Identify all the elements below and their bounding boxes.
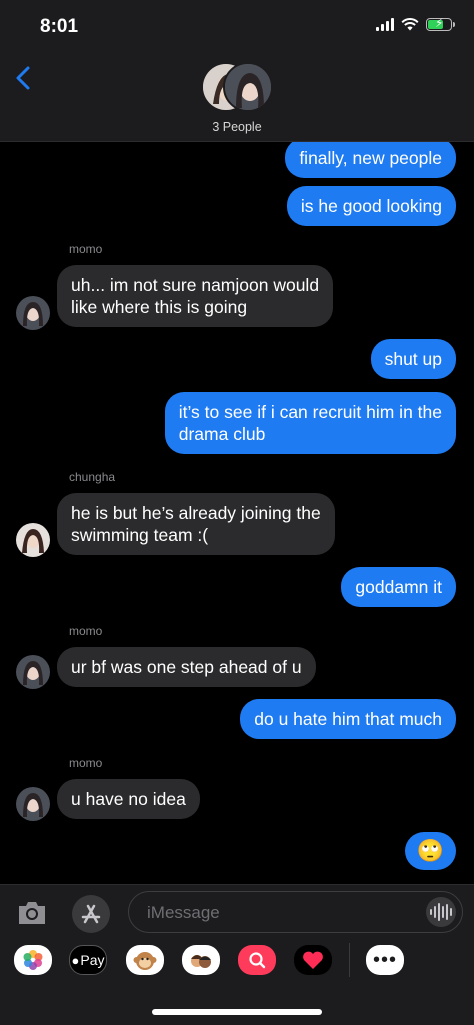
- group-member-count[interactable]: 3 People: [0, 120, 474, 134]
- avatar[interactable]: [16, 655, 50, 689]
- memoji-app-icon[interactable]: [182, 945, 220, 975]
- photos-app-icon[interactable]: [14, 945, 52, 975]
- back-chevron-icon[interactable]: [12, 64, 36, 92]
- app-drawer: ● Pay •••: [0, 943, 474, 985]
- sender-name: momo: [69, 624, 103, 638]
- message-line: it’s to see if i can recruit him in the: [178, 402, 442, 422]
- message-line: like where this is going: [71, 297, 248, 317]
- camera-icon[interactable]: [16, 899, 48, 927]
- apple-pay-label: Pay: [80, 952, 105, 968]
- app-store-icon[interactable]: [72, 895, 110, 933]
- wifi-icon: [401, 18, 419, 31]
- message-line: swimming team :(: [71, 525, 209, 545]
- home-indicator: [152, 1009, 322, 1015]
- app-drawer-divider: [349, 943, 350, 977]
- message-bubble-sent[interactable]: is he good looking: [286, 186, 456, 226]
- message-bubble-received[interactable]: uh... im not sure namjoon would like whe…: [57, 265, 334, 327]
- sender-name: momo: [69, 756, 103, 770]
- avatar[interactable]: [16, 523, 50, 557]
- sender-name: chungha: [69, 470, 116, 484]
- digital-touch-app-icon[interactable]: [294, 945, 332, 975]
- avatar[interactable]: [16, 296, 50, 330]
- sender-name: momo: [69, 242, 103, 256]
- more-apps-icon[interactable]: •••: [366, 945, 404, 975]
- message-thread[interactable]: finally, new people is he good looking m…: [0, 142, 474, 884]
- message-composer: iMessage ● Pay •••: [0, 884, 474, 1025]
- message-line: uh... im not sure namjoon would: [71, 275, 320, 295]
- status-icons: ⚡: [376, 16, 455, 31]
- message-line: drama club: [178, 424, 266, 444]
- message-bubble-sent[interactable]: do u hate him that much: [240, 699, 456, 739]
- message-bubble-received[interactable]: he is but he’s already joining the swimm…: [57, 493, 335, 555]
- status-time: 8:01: [40, 16, 79, 37]
- avatar[interactable]: [16, 787, 50, 821]
- audio-message-icon[interactable]: [426, 897, 456, 927]
- animoji-app-icon[interactable]: [126, 945, 164, 975]
- input-placeholder: iMessage: [147, 903, 220, 922]
- apple-pay-app[interactable]: ● Pay: [69, 945, 107, 975]
- imessage-input[interactable]: iMessage: [128, 891, 463, 933]
- cellular-signal-icon: [376, 18, 394, 31]
- message-line: he is but he’s already joining the: [71, 503, 321, 523]
- group-avatars[interactable]: [201, 62, 275, 114]
- battery-charging-icon: ⚡: [426, 16, 455, 31]
- avatar: [223, 62, 273, 112]
- message-bubble-sent[interactable]: finally, new people: [285, 142, 456, 178]
- search-images-app-icon[interactable]: [238, 945, 276, 975]
- message-bubble-sent[interactable]: it’s to see if i can recruit him in the …: [164, 392, 456, 454]
- message-bubble-sent-emoji[interactable]: 🙄: [404, 832, 456, 870]
- message-bubble-sent[interactable]: shut up: [370, 339, 456, 379]
- apple-logo-icon: ●: [71, 952, 80, 968]
- message-bubble-received[interactable]: u have no idea: [57, 779, 200, 819]
- message-bubble-received[interactable]: ur bf was one step ahead of u: [57, 647, 316, 687]
- conversation-header: 8:01 ⚡ 3 People: [0, 0, 474, 142]
- message-bubble-sent[interactable]: goddamn it: [341, 567, 456, 607]
